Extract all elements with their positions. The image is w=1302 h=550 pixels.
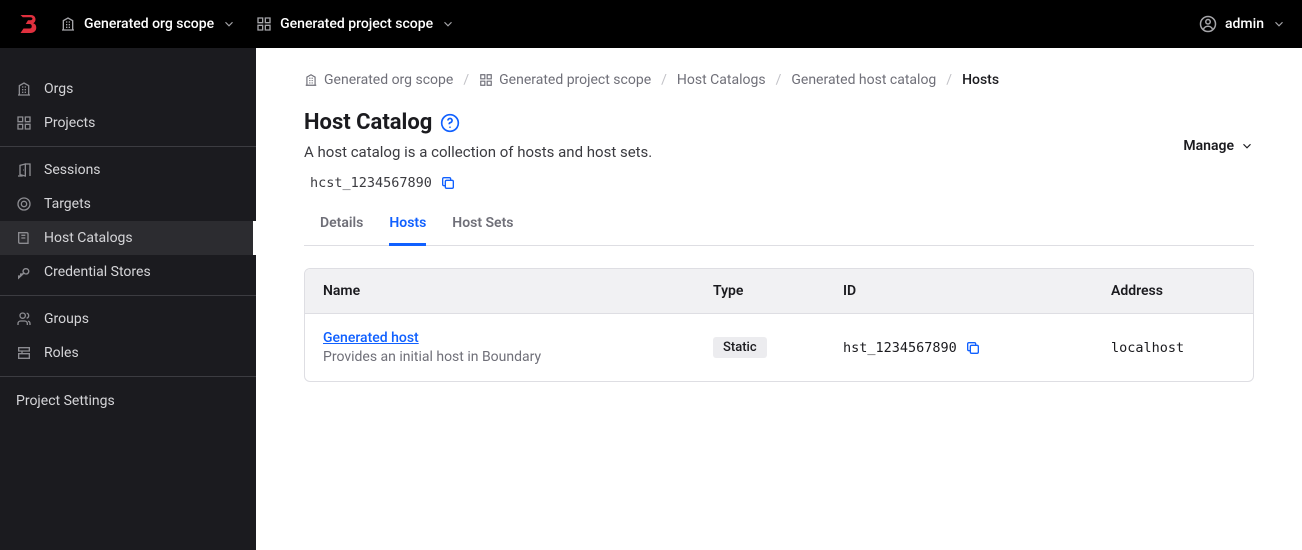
breadcrumb-label: Hosts: [962, 72, 999, 88]
target-icon: [16, 196, 32, 212]
breadcrumb-item[interactable]: Host Catalogs: [677, 72, 766, 88]
project-scope-selector[interactable]: Generated project scope: [256, 16, 455, 32]
table-row: Generated host Provides an initial host …: [305, 313, 1253, 381]
logo-icon: [16, 12, 40, 36]
breadcrumb-label: Host Catalogs: [677, 72, 766, 88]
sidebar-item-label: Targets: [44, 196, 91, 212]
grid-icon: [256, 16, 272, 32]
sidebar-item-credential-stores[interactable]: Credential Stores: [0, 255, 256, 289]
chevron-down-icon: [1272, 17, 1286, 31]
host-description: Provides an initial host in Boundary: [323, 349, 713, 365]
breadcrumb-separator: /: [946, 72, 952, 88]
users-icon: [16, 311, 32, 327]
sidebar-item-label: Groups: [44, 311, 89, 327]
sidebar-item-roles[interactable]: Roles: [0, 336, 256, 370]
chevron-down-icon: [222, 17, 236, 31]
hosts-table: Name Type ID Address Generated host Prov…: [304, 268, 1254, 382]
tabs: Details Hosts Host Sets: [304, 205, 1254, 246]
host-id: hst_1234567890: [843, 340, 957, 356]
tab-details[interactable]: Details: [320, 205, 363, 246]
resource-id: hcst_1234567890: [310, 175, 432, 191]
breadcrumb-separator: /: [661, 72, 667, 88]
sidebar-item-groups[interactable]: Groups: [0, 302, 256, 336]
chevron-down-icon: [441, 17, 455, 31]
breadcrumb-label: Generated project scope: [499, 72, 651, 88]
sidebar-item-label: Sessions: [44, 162, 101, 178]
breadcrumb-item[interactable]: Generated host catalog: [791, 72, 936, 88]
breadcrumb-label: Generated host catalog: [791, 72, 936, 88]
project-scope-label: Generated project scope: [280, 16, 433, 32]
sidebar-item-label: Host Catalogs: [44, 230, 133, 246]
main-content: Generated org scope / Generated project sc…: [256, 48, 1302, 550]
breadcrumb-item: Hosts: [962, 72, 999, 88]
table-header: Name Type ID Address: [305, 269, 1253, 313]
chevron-down-icon: [1240, 139, 1254, 153]
role-icon: [16, 345, 32, 361]
type-badge: Static: [713, 337, 767, 358]
sidebar: Orgs Projects Sessions Targets Host Catalogs…: [0, 48, 256, 550]
door-icon: [16, 162, 32, 178]
tab-host-sets[interactable]: Host Sets: [452, 205, 513, 246]
grid-icon: [479, 73, 493, 87]
breadcrumb-separator: /: [776, 72, 782, 88]
key-icon: [16, 264, 32, 280]
host-address: localhost: [1111, 340, 1184, 356]
sidebar-item-label: Projects: [44, 115, 95, 131]
sidebar-item-label: Credential Stores: [44, 264, 151, 280]
resource-id-row: hcst_1234567890: [304, 175, 1254, 191]
breadcrumb-separator: /: [463, 72, 469, 88]
org-icon: [304, 73, 318, 87]
col-name: Name: [323, 283, 713, 299]
sidebar-item-targets[interactable]: Targets: [0, 187, 256, 221]
grid-icon: [16, 115, 32, 131]
page-description: A host catalog is a collection of hosts …: [304, 143, 652, 161]
copy-icon[interactable]: [965, 340, 981, 356]
sidebar-item-orgs[interactable]: Orgs: [0, 72, 256, 106]
help-icon[interactable]: [440, 113, 460, 133]
sidebar-item-sessions[interactable]: Sessions: [0, 153, 256, 187]
org-icon: [16, 81, 32, 97]
org-icon: [60, 16, 76, 32]
breadcrumb-item[interactable]: Generated project scope: [479, 72, 651, 88]
catalog-icon: [16, 230, 32, 246]
manage-button[interactable]: Manage: [1183, 138, 1254, 154]
org-scope-label: Generated org scope: [84, 16, 214, 32]
sidebar-item-label: Orgs: [44, 81, 73, 97]
user-icon: [1199, 15, 1217, 33]
sidebar-item-host-catalogs[interactable]: Host Catalogs: [0, 221, 256, 255]
col-id: ID: [843, 283, 1111, 299]
page-title: Host Catalog: [304, 110, 432, 135]
project-settings-link[interactable]: Project Settings: [16, 393, 115, 409]
top-header: Generated org scope Generated project sc…: [0, 0, 1302, 48]
col-address: Address: [1111, 283, 1235, 299]
breadcrumb-label: Generated org scope: [324, 72, 453, 88]
copy-icon[interactable]: [440, 175, 456, 191]
tab-hosts[interactable]: Hosts: [389, 205, 426, 246]
host-name-link[interactable]: Generated host: [323, 330, 419, 346]
user-label: admin: [1225, 16, 1264, 32]
sidebar-item-label: Roles: [44, 345, 79, 361]
breadcrumb-item[interactable]: Generated org scope: [304, 72, 453, 88]
sidebar-item-projects[interactable]: Projects: [0, 106, 256, 140]
org-scope-selector[interactable]: Generated org scope: [60, 16, 236, 32]
user-menu[interactable]: admin: [1199, 15, 1286, 33]
col-type: Type: [713, 283, 843, 299]
manage-label: Manage: [1183, 138, 1234, 154]
breadcrumb: Generated org scope / Generated project sc…: [304, 72, 1254, 88]
